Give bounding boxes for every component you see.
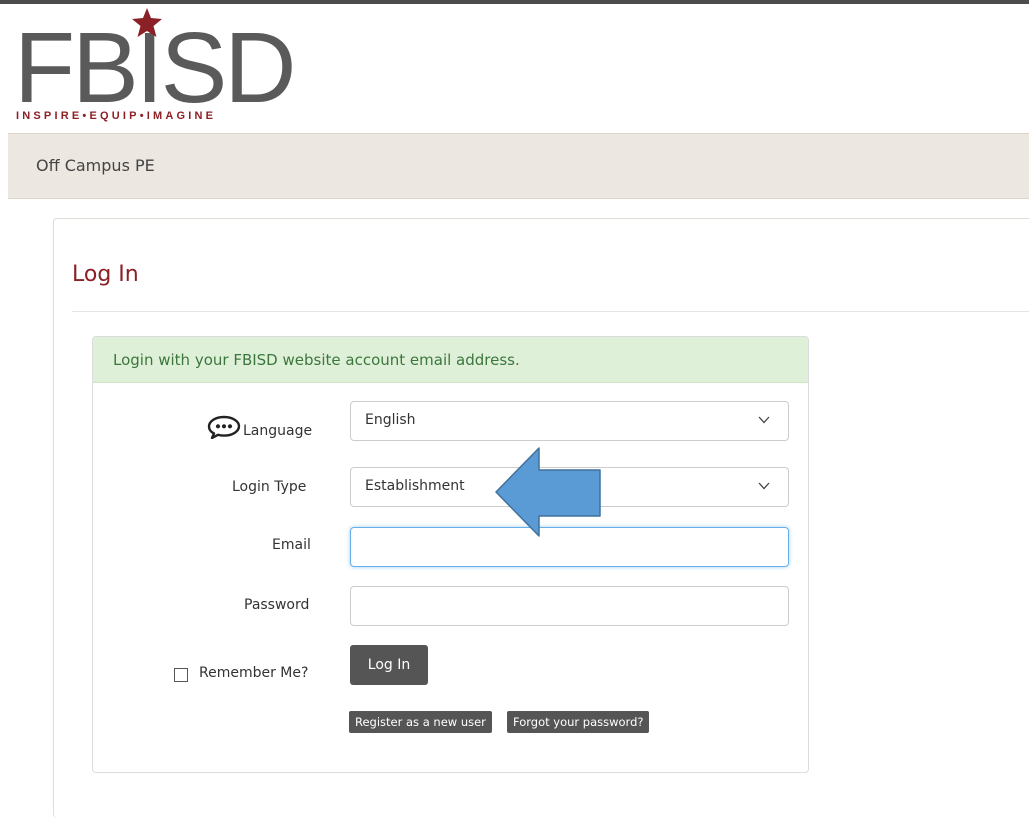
language-label: Language: [243, 423, 313, 439]
password-input[interactable]: [350, 586, 789, 626]
language-select[interactable]: English: [350, 401, 789, 441]
chevron-down-icon: [758, 482, 770, 490]
top-border: [0, 0, 1029, 4]
register-button[interactable]: Register as a new user: [349, 711, 492, 733]
star-icon: [132, 8, 162, 37]
password-label: Password: [244, 597, 310, 613]
remember-me-label[interactable]: Remember Me?: [199, 665, 308, 681]
language-selected-value: English: [365, 412, 416, 428]
remember-me-checkbox[interactable]: [174, 668, 188, 682]
site-title-link[interactable]: Off Campus PE: [36, 156, 155, 175]
speech-bubble-icon: [207, 415, 241, 439]
logo-tagline: INSPIRE•EQUIP•IMAGINE: [16, 110, 217, 122]
heading-divider: [72, 311, 1029, 312]
fbisd-logo[interactable]: FBISD INSPIRE•EQUIP•IMAGINE: [14, 8, 296, 130]
login-type-label: Login Type: [232, 479, 307, 495]
page-title: Log In: [72, 262, 139, 287]
left-arrow-icon: [495, 447, 601, 537]
chevron-down-icon: [758, 416, 770, 424]
login-type-selected-value: Establishment: [365, 478, 465, 494]
email-label: Email: [272, 537, 311, 553]
navbar: Off Campus PE: [8, 133, 1029, 199]
forgot-password-button[interactable]: Forgot your password?: [507, 711, 650, 733]
login-notice: Login with your FBISD website account em…: [93, 337, 808, 383]
login-button[interactable]: Log In: [350, 645, 428, 685]
